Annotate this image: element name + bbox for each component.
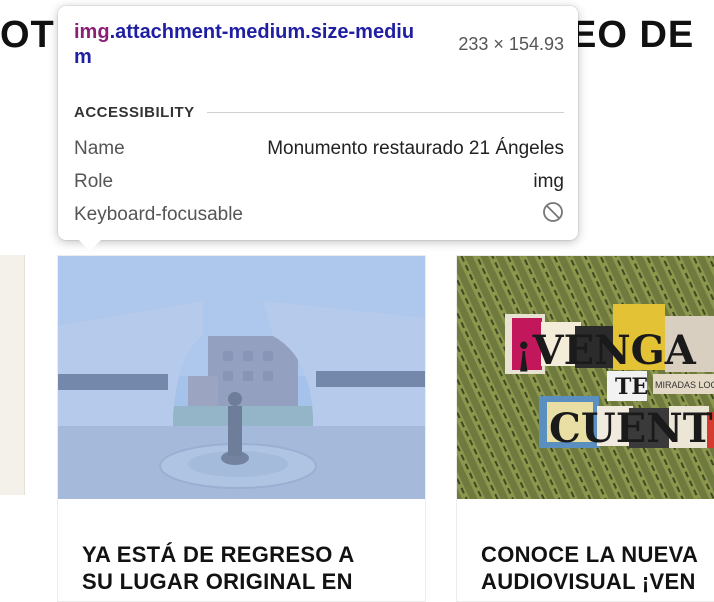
news-card-monument[interactable]: YA ESTÁ DE REGRESO A SU LUGAR ORIGINAL E… <box>57 255 426 602</box>
element-selector: img.attachment-medium.size-medium <box>74 20 424 70</box>
row-value: Monumento restaurado 21 Ángeles <box>267 138 564 159</box>
tooltip-arrow <box>78 239 102 251</box>
selector-classes: .attachment-medium.size-medium <box>74 21 415 68</box>
row-key: Keyboard-focusable <box>74 204 243 225</box>
venga-te-cuento-image[interactable]: ¡VENGA TE MIRADAS LOCA CUENTO <box>457 256 714 499</box>
selector-tag: img <box>74 21 110 43</box>
page-heading-right: EO DE <box>571 14 695 56</box>
previous-card-edge[interactable] <box>0 255 25 495</box>
poster-tag: MIRADAS LOCA <box>655 380 714 390</box>
not-allowed-icon <box>542 201 564 229</box>
poster-line2: TE <box>615 374 648 400</box>
monument-image[interactable] <box>58 256 425 499</box>
poster-line1: ¡VENGA <box>515 327 697 374</box>
page-heading-left: OT <box>0 14 55 56</box>
section-label: ACCESSIBILITY <box>74 103 195 121</box>
accessibility-row-keyboard-focusable: Keyboard-focusable <box>74 202 564 228</box>
news-card-venga-te-cuento[interactable]: ¡VENGA TE MIRADAS LOCA CUENTO CONOCE LA … <box>456 255 714 602</box>
accessibility-row-name: Name Monumento restaurado 21 Ángeles <box>74 136 564 162</box>
accessibility-row-role: Role img <box>74 169 564 195</box>
row-key: Role <box>74 171 114 192</box>
row-key: Name <box>74 138 125 159</box>
card-title[interactable]: YA ESTÁ DE REGRESO A SU LUGAR ORIGINAL E… <box>82 541 425 595</box>
section-divider <box>206 111 564 113</box>
element-dimensions: 233 × 154.93 <box>458 34 564 54</box>
card-title[interactable]: CONOCE LA NUEVA AUDIOVISUAL ¡VEN <box>481 541 714 595</box>
row-value: img <box>533 171 564 192</box>
poster-line3: CUENTO <box>549 405 714 452</box>
inspector-tooltip: img.attachment-medium.size-medium 233 × … <box>58 6 578 251</box>
accessibility-section-header: ACCESSIBILITY <box>74 102 564 122</box>
